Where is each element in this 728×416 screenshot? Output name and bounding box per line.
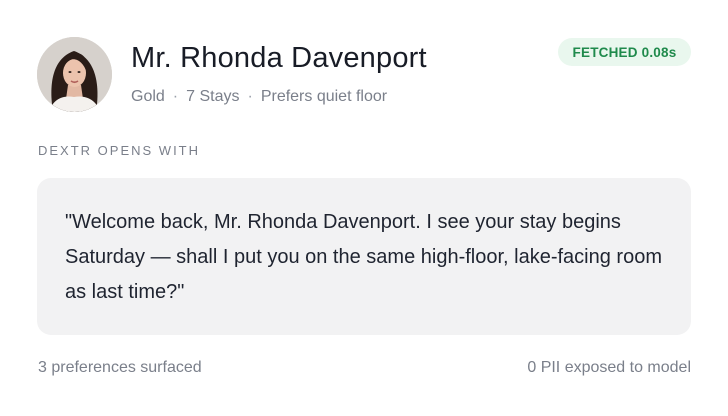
meta-separator: · — [172, 88, 179, 105]
fetch-status-badge: FETCHED 0.08s — [558, 38, 691, 66]
pii-exposure-count: 0 PII exposed to model — [527, 359, 691, 376]
guest-portrait-icon — [37, 37, 112, 112]
avatar — [37, 37, 112, 112]
opening-message: "Welcome back, Mr. Rhonda Davenport. I s… — [65, 211, 662, 303]
preferences-surfaced-count: 3 preferences surfaced — [38, 359, 202, 376]
guest-meta: Gold · 7 Stays · Prefers quiet floor — [131, 88, 387, 106]
guest-name: Mr. Rhonda Davenport — [131, 42, 427, 74]
section-label: DEXTR OPENS WITH — [38, 143, 201, 158]
meta-separator: · — [247, 88, 253, 105]
loyalty-tier: Gold — [131, 88, 165, 105]
stay-count: 7 Stays — [186, 88, 240, 105]
opening-message-box: "Welcome back, Mr. Rhonda Davenport. I s… — [37, 178, 691, 335]
guest-greeting-card: Mr. Rhonda Davenport Gold · 7 Stays · Pr… — [0, 0, 728, 416]
guest-preference: Prefers quiet floor — [260, 88, 388, 105]
